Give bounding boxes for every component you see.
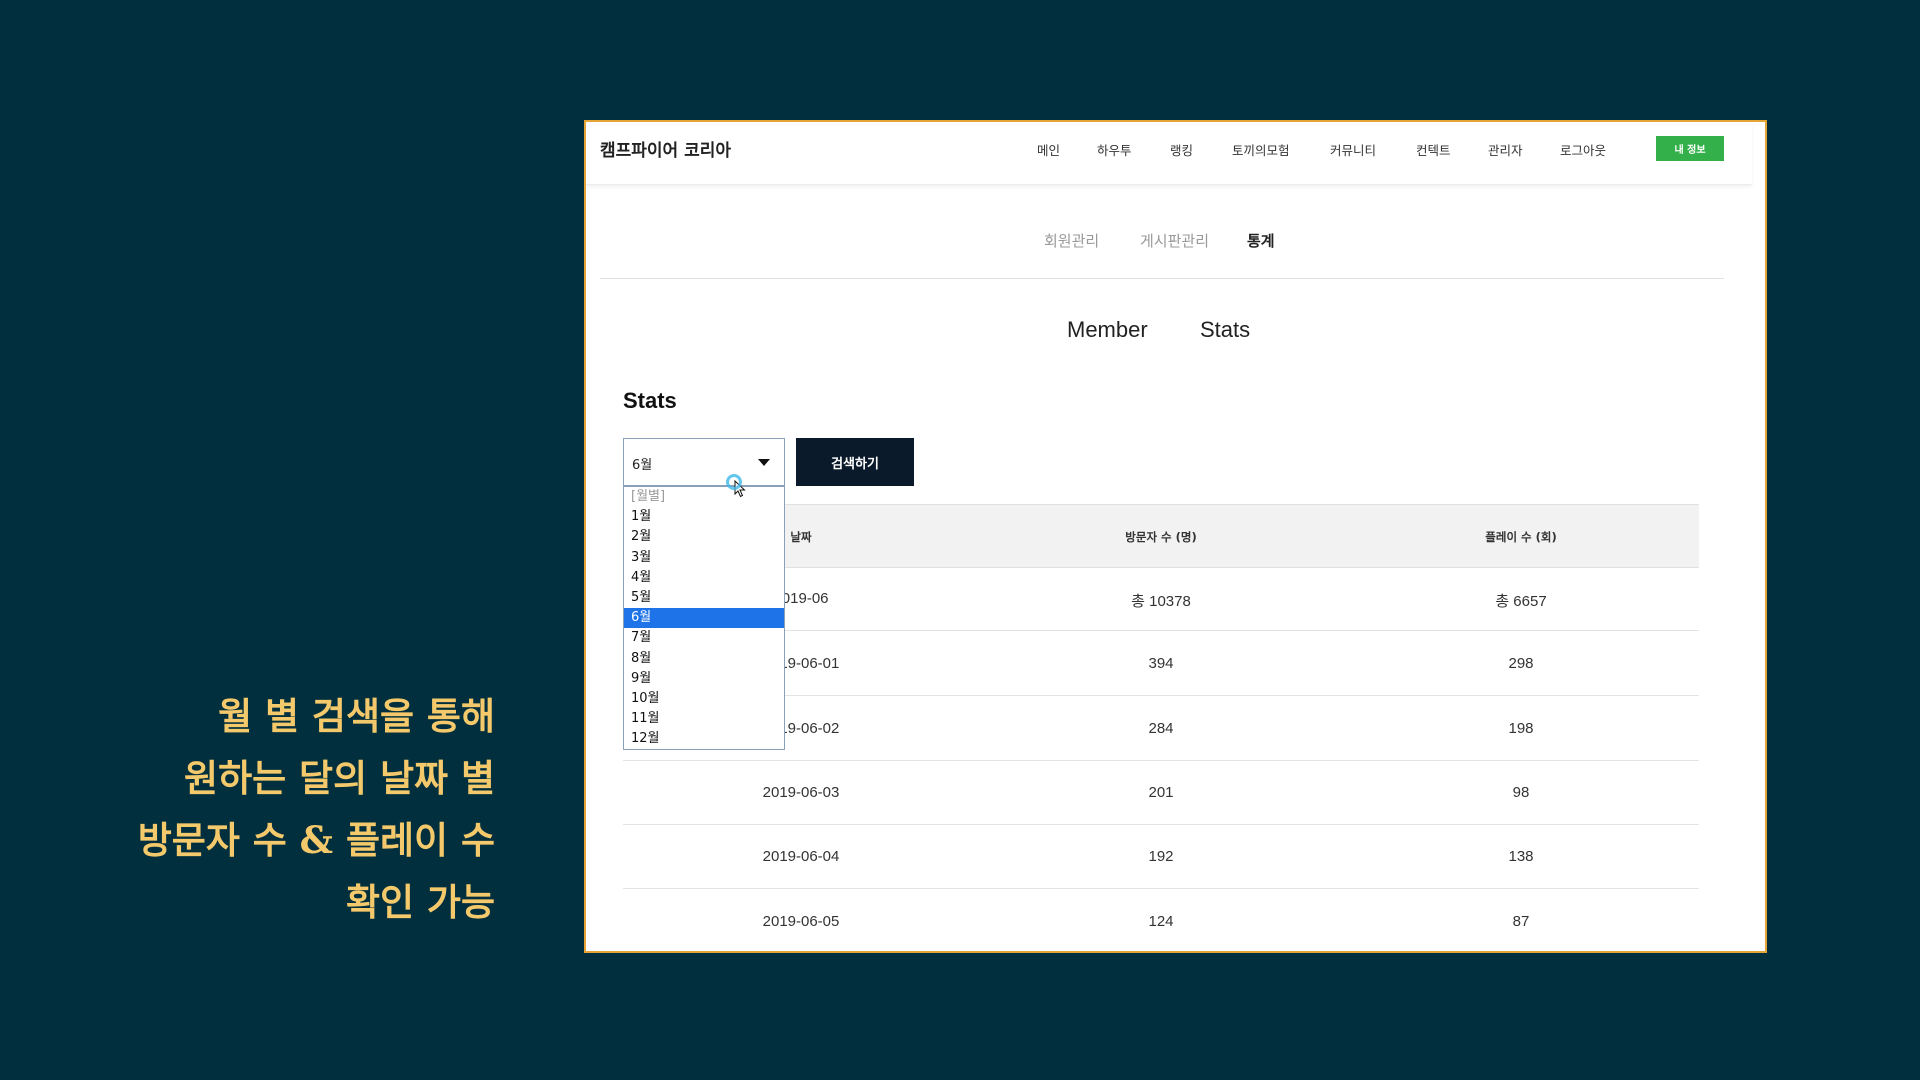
- cell-plays: 298: [1508, 655, 1534, 672]
- month-option[interactable]: 11월: [624, 709, 784, 729]
- caption-line: 확인 가능: [345, 880, 495, 924]
- month-dropdown-list: [월별] 1월 2월 3월 4월 5월 6월 7월 8월 9월 10월 11월 …: [623, 486, 785, 750]
- month-option-selected[interactable]: 6월: [624, 608, 784, 629]
- cell-plays: 198: [1508, 720, 1534, 737]
- table-row: 2019-06-05 124 87: [623, 889, 1699, 951]
- caption-line: 월 별 검색을 통해: [218, 694, 495, 738]
- cell-visitors: 394: [1148, 655, 1174, 672]
- tab-board-management[interactable]: 게시판관리: [1140, 230, 1209, 251]
- month-option[interactable]: 1월: [624, 507, 784, 527]
- month-option[interactable]: 7월: [624, 628, 784, 648]
- cell-visitors: 284: [1148, 720, 1174, 737]
- column-header-date: 날짜: [790, 530, 812, 544]
- month-select[interactable]: 6월: [623, 438, 785, 486]
- nav-item-main[interactable]: 메인: [1037, 140, 1060, 159]
- cell-plays: 총 6657: [1495, 593, 1547, 610]
- month-option[interactable]: 5월: [624, 588, 784, 608]
- admin-stats-screenshot: 캠프파이어 코리아 메인 하우투 랭킹 토끼의모험 커뮤니티 컨텍트 관리자 로…: [584, 120, 1767, 953]
- cell-visitors: 총 10378: [1131, 593, 1191, 610]
- month-select-value: 6월: [632, 458, 653, 473]
- nav-item-howto[interactable]: 하우투: [1097, 140, 1132, 159]
- caption-line: 방문자 수 & 플레이 수: [137, 818, 495, 862]
- column-header-plays: 플레이 수 (회): [1485, 530, 1557, 544]
- chevron-down-icon: [758, 459, 770, 466]
- cell-plays: 98: [1512, 784, 1530, 801]
- month-option[interactable]: 8월: [624, 649, 784, 669]
- top-navbar: 캠프파이어 코리아 메인 하우투 랭킹 토끼의모험 커뮤니티 컨텍트 관리자 로…: [586, 122, 1752, 185]
- cell-visitors: 124: [1148, 913, 1174, 930]
- month-option[interactable]: 10월: [624, 689, 784, 709]
- divider: [600, 278, 1724, 279]
- nav-item-rabbit-adventure[interactable]: 토끼의모험: [1232, 140, 1290, 159]
- search-button[interactable]: 검색하기: [796, 438, 914, 486]
- my-info-button[interactable]: 내 정보: [1656, 136, 1724, 161]
- caption-line: 원하는 달의 날짜 별: [184, 756, 495, 800]
- cell-date: 2019-06-03: [762, 784, 840, 801]
- nav-item-ranking[interactable]: 랭킹: [1170, 140, 1193, 159]
- table-row: 2019-06-03 201 98: [623, 760, 1699, 825]
- column-header-visitors: 방문자 수 (명): [1125, 530, 1197, 544]
- nav-item-contact[interactable]: 컨텍트: [1416, 140, 1451, 159]
- nav-item-logout[interactable]: 로그아웃: [1560, 140, 1606, 159]
- nav-item-admin[interactable]: 관리자: [1488, 140, 1523, 159]
- cell-date: 2019-06-05: [762, 913, 840, 930]
- section-tab-member[interactable]: Member: [1067, 317, 1148, 343]
- table-row: 2019-06-04 192 138: [623, 824, 1699, 889]
- cell-visitors: 192: [1148, 848, 1174, 865]
- site-brand[interactable]: 캠프파이어 코리아: [600, 136, 731, 161]
- cell-date: 2019-06-04: [762, 848, 840, 865]
- cell-plays: 138: [1508, 848, 1534, 865]
- mouse-cursor-icon: [726, 474, 746, 502]
- section-tab-stats[interactable]: Stats: [1200, 317, 1250, 343]
- month-option[interactable]: 12월: [624, 729, 784, 749]
- tab-statistics[interactable]: 통계: [1247, 230, 1275, 251]
- month-option[interactable]: 9월: [624, 669, 784, 689]
- tab-member-management[interactable]: 회원관리: [1044, 230, 1099, 251]
- stats-heading: Stats: [623, 388, 677, 413]
- cell-visitors: 201: [1148, 784, 1174, 801]
- click-highlight-icon: [726, 474, 742, 490]
- month-option-placeholder[interactable]: [월별]: [624, 487, 784, 507]
- nav-item-community[interactable]: 커뮤니티: [1330, 140, 1376, 159]
- month-option[interactable]: 4월: [624, 568, 784, 588]
- month-option[interactable]: 2월: [624, 527, 784, 547]
- feature-caption: 월 별 검색을 통해 원하는 달의 날짜 별 방문자 수 & 플레이 수 확인 …: [138, 685, 495, 933]
- month-option[interactable]: 3월: [624, 548, 784, 568]
- cell-plays: 87: [1512, 913, 1530, 930]
